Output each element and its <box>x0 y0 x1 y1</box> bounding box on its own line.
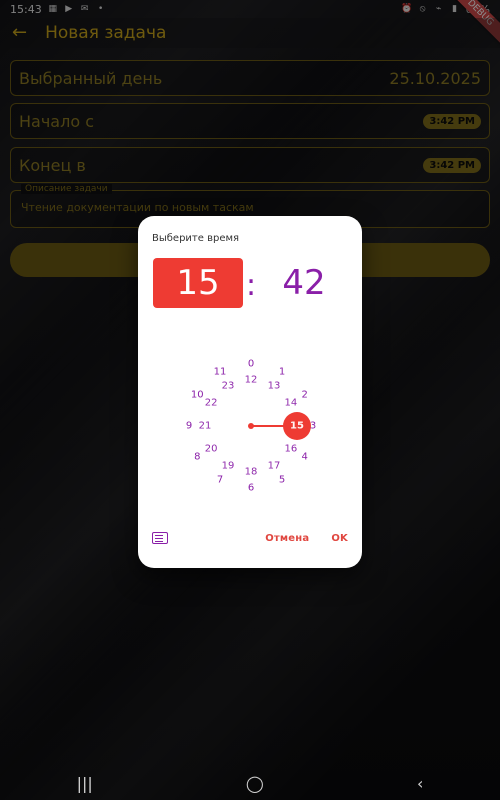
clock-number-6[interactable]: 6 <box>248 483 254 494</box>
clock-dial[interactable]: 0 1 2 3 4 5 6 7 8 9 10 11 12 13 14 15 16 17 18 19 20 21 22 23 <box>171 356 331 496</box>
clock-number-23[interactable]: 23 <box>222 381 235 392</box>
clock-number-17[interactable]: 17 <box>268 460 281 471</box>
home-icon[interactable]: ◯ <box>246 774 264 793</box>
time-picker-actions: Отмена OK <box>138 526 362 550</box>
cancel-button[interactable]: Отмена <box>265 533 309 544</box>
hour-display[interactable]: 15 <box>153 258 243 308</box>
recent-apps-icon[interactable]: ||| <box>77 774 93 793</box>
clock-number-3[interactable]: 3 <box>310 421 316 432</box>
clock-number-18[interactable]: 18 <box>245 467 258 478</box>
clock-number-7[interactable]: 7 <box>217 474 223 485</box>
clock-number-20[interactable]: 20 <box>205 444 218 455</box>
clock-number-9[interactable]: 9 <box>186 421 192 432</box>
clock-number-4[interactable]: 4 <box>302 452 308 463</box>
clock-number-10[interactable]: 10 <box>191 390 204 401</box>
clock-number-11[interactable]: 11 <box>214 367 227 378</box>
time-picker-dialog: Выберите время 15 : 42 0 1 2 3 4 5 6 7 8 9 10 11 12 1… <box>138 216 362 568</box>
clock-number-5[interactable]: 5 <box>279 474 285 485</box>
clock-number-12[interactable]: 12 <box>245 375 258 386</box>
minute-display[interactable]: 42 <box>268 258 340 308</box>
clock-number-13[interactable]: 13 <box>268 381 281 392</box>
minute-value: 42 <box>282 263 326 303</box>
clock-number-16[interactable]: 16 <box>284 444 297 455</box>
ok-button[interactable]: OK <box>331 533 348 544</box>
time-colon: : <box>246 268 257 303</box>
keyboard-icon[interactable] <box>152 532 168 544</box>
clock-center-dot <box>248 423 254 429</box>
time-picker-title: Выберите время <box>152 233 240 244</box>
clock-number-15[interactable]: 15 <box>290 421 304 432</box>
clock-number-21[interactable]: 21 <box>199 421 212 432</box>
clock-number-0[interactable]: 0 <box>248 359 254 370</box>
clock-number-19[interactable]: 19 <box>222 460 235 471</box>
clock-number-2[interactable]: 2 <box>302 390 308 401</box>
clock-number-22[interactable]: 22 <box>205 398 218 409</box>
back-icon[interactable]: ‹ <box>417 774 423 793</box>
dialog-buttons: Отмена OK <box>265 533 348 544</box>
hour-value: 15 <box>176 263 220 303</box>
clock-number-14[interactable]: 14 <box>284 398 297 409</box>
system-navigation-bar: ||| ◯ ‹ <box>0 766 500 800</box>
clock-number-1[interactable]: 1 <box>279 367 285 378</box>
clock-number-8[interactable]: 8 <box>194 452 200 463</box>
